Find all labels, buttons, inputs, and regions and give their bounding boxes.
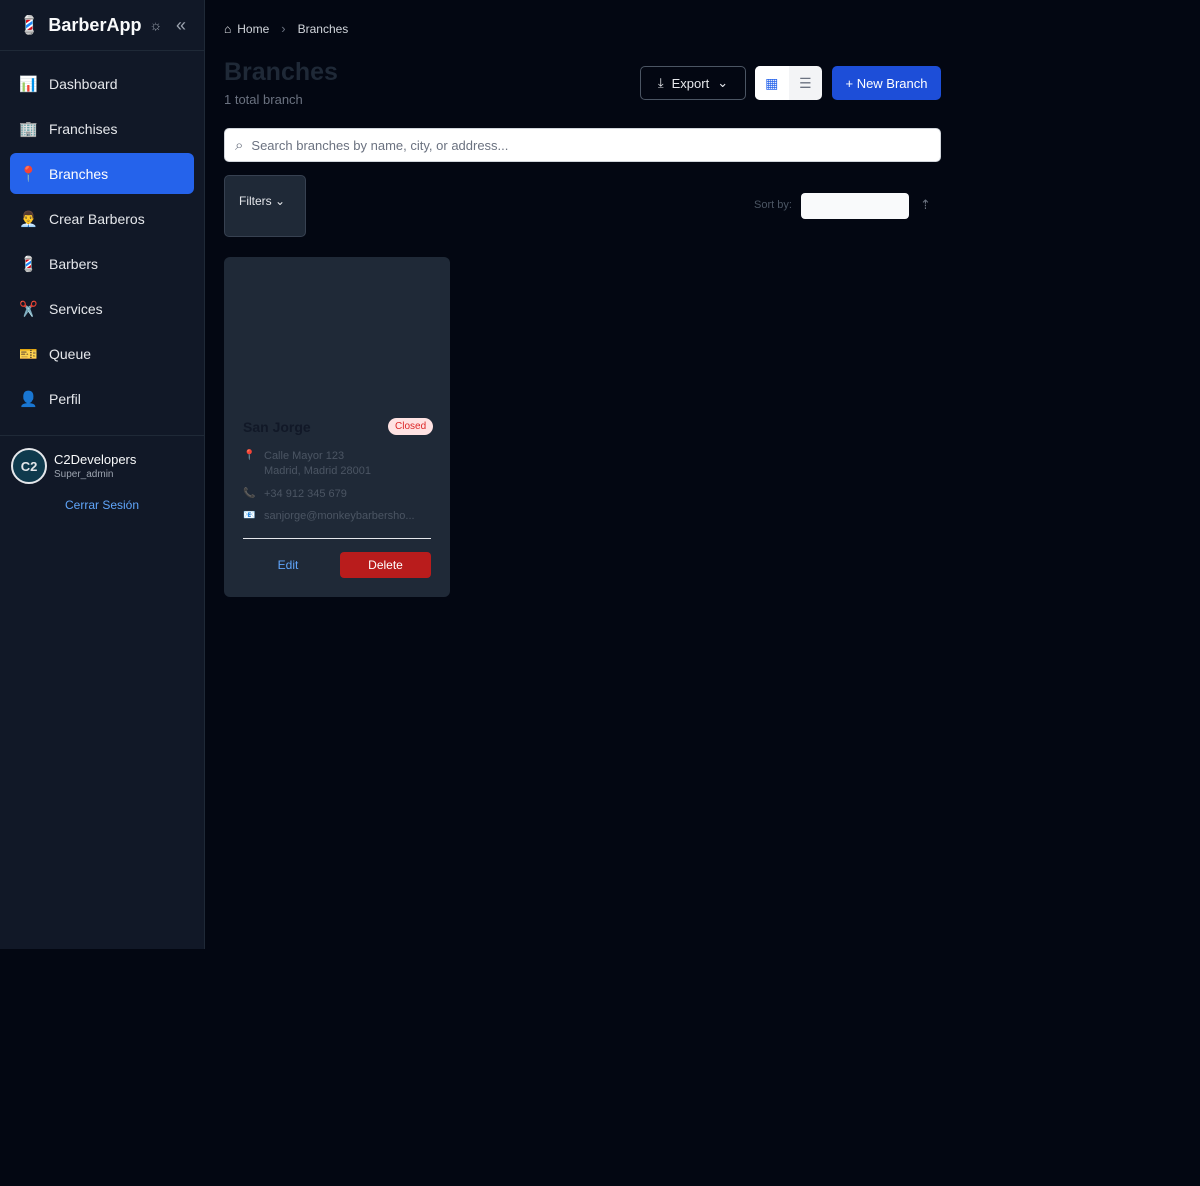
chevron-right-icon: › (281, 21, 286, 36)
address-line2: Madrid, Madrid 28001 (264, 465, 372, 477)
breadcrumb: ⌂ Home › Branches (224, 21, 348, 36)
email-icon: 📧 (243, 510, 256, 521)
branch-card: San Jorge Closed 📍 Calle Mayor 123 Madri… (224, 257, 450, 597)
export-label: Export (671, 75, 710, 91)
branch-phone: 📞 +34 912 345 679 (243, 488, 347, 500)
branch-email: 📧 sanjorge@monkeybarbersho... (243, 510, 415, 522)
building-icon: 🏢 (19, 120, 38, 138)
sidebar: 💈 BarberApp ☼ « 📊 Dashboard 🏢 Franchises… (0, 0, 205, 949)
status-badge: Closed (388, 418, 434, 435)
sidebar-item-label: Crear Barberos (49, 210, 145, 227)
chart-icon: 📊 (19, 75, 38, 93)
grid-view-icon[interactable]: ▦ (755, 66, 789, 100)
address-line1: Calle Mayor 123 (264, 450, 345, 462)
sidebar-item-branches[interactable]: 📍 Branches (10, 153, 194, 194)
sidebar-item-label: Barbers (49, 255, 99, 272)
home-icon[interactable]: ⌂ (224, 22, 231, 36)
sidebar-item-label: Services (49, 300, 103, 317)
sidebar-item-label: Dashboard (49, 75, 118, 92)
user-row: C2 C2Developers Super_admin (11, 448, 193, 484)
user-panel: C2 C2Developers Super_admin Cerrar Sesió… (0, 436, 204, 512)
app-title: BarberApp (48, 14, 142, 35)
sidebar-header: 💈 BarberApp ☼ « (0, 0, 204, 51)
theme-toggle-icon[interactable]: ☼ (149, 17, 162, 33)
list-view-icon[interactable]: ☰ (789, 66, 823, 100)
breadcrumb-home[interactable]: Home (237, 22, 269, 36)
chevron-down-icon: ⌄ (717, 75, 729, 90)
sidebar-item-queue[interactable]: 🎫 Queue (10, 333, 194, 374)
chevron-down-icon: ⌄ (275, 194, 286, 208)
avatar: C2 (11, 448, 47, 484)
branch-address: 📍 Calle Mayor 123 Madrid, Madrid 28001 (243, 450, 371, 477)
sidebar-item-label: Perfil (49, 390, 81, 407)
person-icon: 👨‍💼 (19, 210, 38, 228)
view-toggle: ▦ ☰ (755, 66, 822, 100)
sort-direction-icon[interactable]: ⇡ (920, 197, 931, 213)
ticket-icon: 🎫 (19, 345, 38, 363)
phone-value: +34 912 345 679 (264, 488, 347, 500)
delete-button[interactable]: Delete (340, 552, 431, 578)
sidebar-item-services[interactable]: ✂️ Services (10, 288, 194, 329)
barber-pole-icon: 💈 (19, 255, 38, 273)
user-role: Super_admin (54, 469, 114, 480)
new-branch-button[interactable]: + New Branch (832, 66, 941, 100)
branch-image (224, 257, 450, 407)
sidebar-item-franchises[interactable]: 🏢 Franchises (10, 108, 194, 149)
scissors-icon: ✂️ (19, 300, 38, 318)
sidebar-item-perfil[interactable]: 👤 Perfil (10, 378, 194, 419)
logout-link[interactable]: Cerrar Sesión (11, 498, 193, 512)
barber-pole-icon: 💈 (18, 14, 41, 35)
search-input[interactable] (251, 137, 912, 153)
filters-label: Filters (239, 194, 272, 208)
sort-label: Sort by: (754, 199, 792, 211)
sidebar-item-label: Franchises (49, 120, 118, 137)
edit-button[interactable]: Edit (243, 552, 333, 578)
sidebar-item-barbers[interactable]: 💈 Barbers (10, 243, 194, 284)
download-icon: ⤓ (657, 75, 664, 90)
breadcrumb-current: Branches (297, 21, 349, 36)
card-divider (243, 538, 431, 539)
sidebar-item-label: Branches (49, 165, 109, 182)
sidebar-item-dashboard[interactable]: 📊 Dashboard (10, 63, 194, 104)
sidebar-nav: 📊 Dashboard 🏢 Franchises 📍 Branches 👨‍💼 … (0, 51, 204, 436)
sidebar-item-crear-barberos[interactable]: 👨‍💼 Crear Barberos (10, 198, 194, 239)
phone-icon: 📞 (243, 488, 256, 499)
pin-icon: 📍 (19, 165, 38, 183)
page-title: Branches (224, 58, 338, 86)
sort-select[interactable] (801, 193, 909, 219)
email-value: sanjorge@monkeybarbersho... (264, 510, 415, 522)
export-button[interactable]: ⤓ Export ⌄ (640, 66, 746, 100)
user-name: C2Developers (54, 452, 137, 467)
filters-button[interactable]: Filters ⌄ (224, 175, 306, 237)
branch-count: 1 total branch (224, 92, 303, 107)
user-icon: 👤 (19, 390, 38, 408)
branch-name: San Jorge (243, 419, 311, 435)
search-bar: ⌕ (224, 128, 941, 162)
sidebar-item-label: Queue (49, 345, 92, 362)
collapse-sidebar-icon[interactable]: « (176, 15, 186, 36)
search-icon: ⌕ (235, 136, 244, 154)
pin-icon: 📍 (243, 450, 256, 461)
